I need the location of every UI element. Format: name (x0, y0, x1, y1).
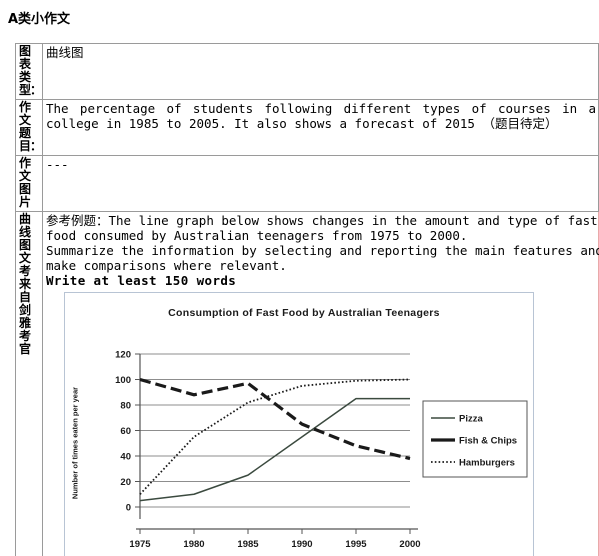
info-table: 图表类型： 曲线图 作文题目： The percentage of studen… (15, 43, 599, 556)
row-label-essay-image: 作文图片 (15, 155, 43, 212)
row-label-sample-source: 曲线图文考来自剑雅考官 (15, 211, 43, 556)
line-chart: Consumption of Fast Food by Australian T… (64, 292, 534, 556)
reference-line-1: 参考例题：The line graph below shows changes … (46, 213, 598, 228)
chart-series-pizza (139, 397, 410, 502)
chart-x-tick-label: 1985 (237, 539, 259, 550)
chart-y-tick-label: 60 (120, 426, 131, 437)
row-value-chart-type: 曲线图 (42, 43, 599, 100)
reference-line-4: make comparisons where relevant. (46, 258, 287, 273)
reference-line-3: Summarize the information by selecting a… (46, 243, 599, 258)
chart-legend-label: Hamburgers (459, 458, 515, 469)
chart-y-tick-label: 20 (120, 477, 131, 488)
table-row: 曲线图文考来自剑雅考官 参考例题：The line graph below sh… (15, 211, 599, 556)
chart-legend-label: Fish & Chips (459, 436, 517, 447)
table-row: 作文题目： The percentage of students followi… (15, 99, 599, 156)
row-value-sample-reference: 参考例题：The line graph below shows changes … (42, 211, 599, 556)
table-row: 图表类型： 曲线图 (15, 43, 599, 100)
chart-legend-label: Pizza (459, 414, 483, 425)
row-value-essay-topic: The percentage of students following dif… (42, 99, 599, 156)
chart-plot-area: 0 20 40 60 80 100 120 1975 1980 1985 1990 1995 2000 P… (115, 350, 528, 550)
table-row: 作文图片 --- (15, 155, 599, 212)
chart-y-tick-label: 120 (115, 350, 131, 361)
page-title: A类小作文 (8, 12, 71, 27)
chart-y-tick-label: 40 (120, 452, 131, 463)
screenshot-root: A类小作文 图表类型： 曲线图 作文题目： The percentage of … (0, 0, 599, 556)
reference-word-count-note: Write at least 150 words (46, 273, 237, 288)
chart-y-tick-label: 100 (115, 375, 131, 386)
row-value-essay-image: --- (42, 155, 599, 212)
chart-x-tick-label: 1995 (345, 539, 367, 550)
chart-x-tick-label: 1975 (129, 539, 151, 550)
reference-question-block: 参考例题：The line graph below shows changes … (46, 213, 599, 288)
row-label-essay-topic: 作文题目： (15, 99, 43, 156)
chart-y-tick-label: 0 (126, 503, 131, 514)
chart-series-hamburgers (139, 378, 411, 495)
chart-series-fish-chips (139, 377, 411, 461)
row-label-chart-type: 图表类型： (15, 43, 43, 100)
chart-y-tick-label: 80 (120, 401, 131, 412)
chart-x-tick-label: 2000 (399, 539, 420, 550)
chart-x-tick-label: 1980 (183, 539, 204, 550)
essay-topic-text: The percentage of students following dif… (46, 101, 596, 131)
reference-line-2: food consumed by Australian teenagers fr… (46, 228, 468, 243)
chart-x-tick-label: 1990 (291, 539, 312, 550)
